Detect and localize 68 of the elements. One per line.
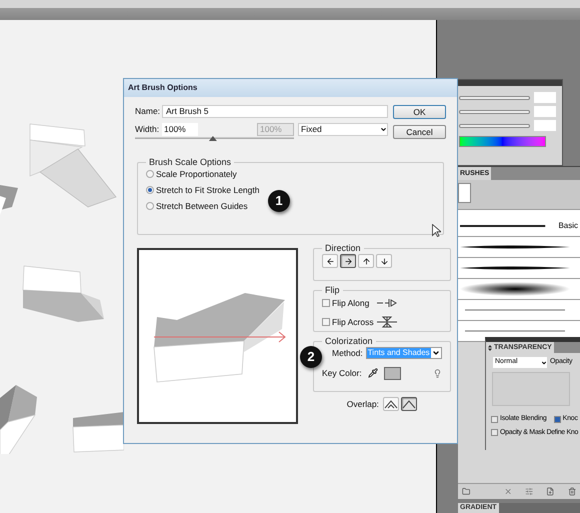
width-limit-field: 100%	[257, 123, 294, 136]
right-arrow-icon	[344, 256, 352, 266]
value-field[interactable]	[534, 120, 556, 131]
lightbulb-icon[interactable]	[432, 368, 442, 378]
brush-thumbnail[interactable]	[458, 183, 471, 203]
field-label: Method:	[332, 347, 363, 360]
new-file-icon[interactable]	[546, 487, 555, 496]
key-color-swatch[interactable]	[384, 366, 401, 380]
radio-label: Scale Proportionately	[156, 168, 237, 181]
selected-value: Tints and Shades	[366, 348, 431, 358]
expand-arrows-icon[interactable]	[488, 344, 492, 350]
checkbox[interactable]	[554, 416, 561, 423]
radio-button[interactable]	[146, 202, 154, 210]
group-title: Flip	[324, 285, 341, 295]
overlap-adjust-icon	[384, 399, 398, 409]
overlap-button[interactable]	[400, 397, 417, 411]
slider-thumb[interactable]	[208, 136, 217, 141]
overlap-button[interactable]	[382, 397, 399, 411]
flip-across-icon	[376, 316, 398, 328]
group-title: Colorization	[324, 336, 374, 346]
width-field[interactable]: 100%	[162, 123, 198, 136]
direction-button[interactable]	[340, 254, 356, 268]
trash-icon[interactable]	[568, 487, 576, 496]
direction-button[interactable]	[322, 254, 338, 268]
down-arrow-icon	[380, 256, 388, 266]
checkbox[interactable]	[322, 318, 330, 326]
radio-label: Stretch Between Guides	[156, 200, 248, 212]
field-label: Key Color:	[322, 366, 362, 380]
overlap-none-icon	[402, 399, 416, 409]
dialog-button[interactable]: Cancel	[393, 125, 446, 139]
value-field[interactable]	[534, 106, 556, 117]
radio-label: Stretch to Fit Stroke Length	[156, 184, 260, 196]
radio-button[interactable]	[146, 170, 154, 178]
group-title: Direction	[324, 243, 362, 253]
eyedropper-icon[interactable]	[368, 368, 378, 378]
field-label: Width:	[135, 123, 159, 136]
direction-button[interactable]	[358, 254, 374, 268]
slider-track[interactable]	[459, 124, 530, 128]
up-arrow-icon	[362, 256, 370, 266]
slider-track[interactable]	[459, 110, 530, 114]
checkbox-label: Flip Across	[332, 316, 374, 328]
direction-button[interactable]	[376, 254, 392, 268]
checkbox[interactable]	[491, 416, 498, 423]
flip-along-icon	[376, 298, 398, 308]
field-label: Overlap:	[346, 398, 379, 410]
brush-stroke-drawing[interactable]	[460, 282, 572, 296]
checkbox[interactable]	[491, 429, 498, 436]
caret-icon	[380, 126, 387, 133]
slider-track[interactable]	[459, 96, 530, 100]
dialog-button[interactable]: OK	[393, 105, 446, 119]
group-title: Brush Scale Options	[148, 157, 232, 167]
caret-icon	[432, 349, 440, 358]
x-icon[interactable]	[504, 487, 512, 496]
sliders-icon[interactable]	[525, 487, 534, 496]
radio-button[interactable]	[146, 186, 154, 194]
color-spectrum-bar[interactable]	[459, 136, 546, 147]
checkbox[interactable]	[322, 299, 330, 308]
field-label: Name:	[135, 105, 159, 118]
cursor-icon	[432, 224, 441, 237]
width-mode-dropdown[interactable]: Fixed	[298, 123, 388, 136]
folder-icon[interactable]	[462, 487, 470, 496]
brush-name: Basic	[558, 222, 578, 230]
name-field[interactable]: Art Brush 5	[162, 105, 388, 118]
window-title: Art Brush Options	[128, 82, 198, 94]
caret-icon	[541, 360, 547, 366]
value-field[interactable]	[534, 92, 556, 103]
checkbox-label: Flip Along	[332, 297, 370, 310]
left-arrow-icon	[326, 256, 334, 266]
